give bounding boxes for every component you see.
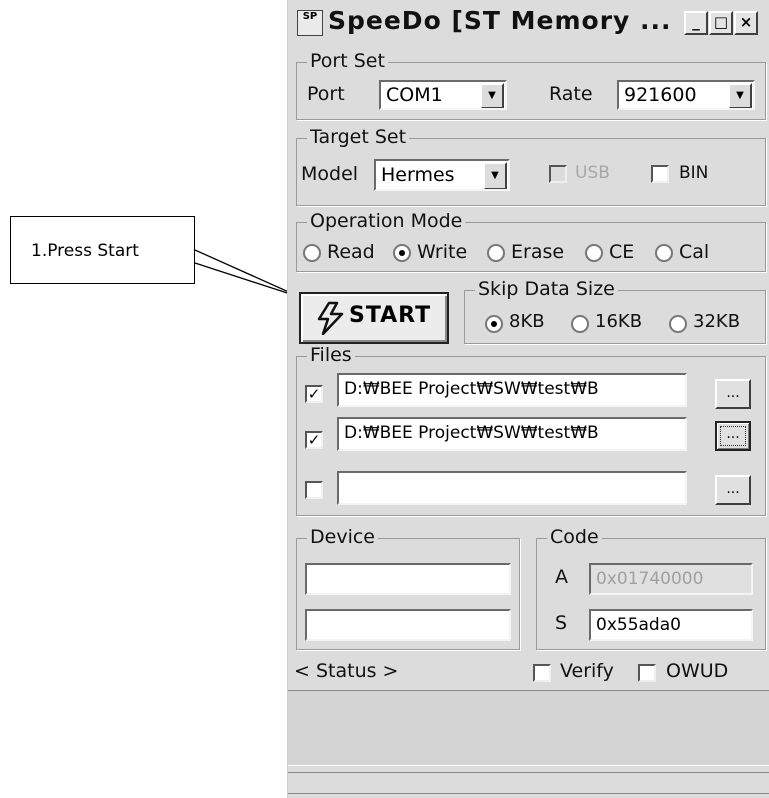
file2-browse-label: ... [726, 426, 740, 442]
code-s-field[interactable]: 0x55ada0 [589, 609, 753, 641]
file3-checkbox[interactable] [305, 481, 323, 499]
file2-checkbox[interactable]: ✓ [305, 431, 323, 449]
code-a-value: 0x01740000 [596, 569, 704, 589]
chevron-down-icon: ▼ [491, 170, 499, 181]
file2-path: D:₩BEE Project₩SW₩test₩B [344, 423, 599, 443]
minimize-button[interactable]: _ [684, 11, 708, 35]
model-label: Model [301, 163, 359, 185]
model-select[interactable]: Hermes ▼ [374, 159, 510, 191]
port-value: COM1 [386, 84, 443, 106]
target-set-legend: Target Set [307, 126, 410, 148]
device-legend: Device [307, 526, 378, 548]
maximize-icon: □ [713, 13, 729, 31]
close-button[interactable]: × [734, 11, 758, 35]
code-group: Code A 0x01740000 S 0x55ada0 [536, 526, 766, 650]
code-a-label: A [555, 566, 568, 588]
model-dropdown-button[interactable]: ▼ [483, 162, 507, 189]
file1-path-field[interactable]: D:₩BEE Project₩SW₩test₩B [337, 373, 687, 407]
code-s-value: 0x55ada0 [596, 615, 681, 635]
status-bar [288, 772, 769, 794]
radio-ce[interactable] [585, 244, 603, 262]
port-set-group: Port Set Port COM1 ▼ Rate 921600 ▼ [296, 50, 766, 120]
file3-browse-button[interactable]: ... [715, 475, 751, 505]
status-label: < Status > [294, 660, 399, 682]
app-icon: SP [297, 10, 323, 36]
radio-8kb[interactable] [485, 315, 503, 333]
device-field-1[interactable] [305, 563, 511, 595]
port-set-legend: Port Set [307, 50, 388, 72]
operation-mode-group: Operation Mode Read Write Erase CE Cal [296, 210, 766, 272]
radio-write[interactable] [393, 244, 411, 262]
radio-cal-label: Cal [679, 241, 710, 263]
target-set-group: Target Set Model Hermes ▼ USB BIN [296, 126, 766, 206]
owud-label: OWUD [666, 660, 729, 682]
window-title: SpeeDo [ST Memory ... [328, 6, 672, 35]
verify-label: Verify [560, 660, 614, 682]
title-bar[interactable]: SP SpeeDo [ST Memory ... _ □ × [288, 0, 769, 44]
radio-cal[interactable] [655, 244, 673, 262]
code-legend: Code [547, 526, 602, 548]
radio-32kb-label: 32KB [693, 311, 741, 332]
radio-write-label: Write [417, 241, 468, 263]
usb-label: USB [575, 163, 610, 183]
speedo-window: SP SpeeDo [ST Memory ... _ □ × Port Set … [287, 0, 769, 798]
check-icon: ✓ [307, 431, 321, 449]
lightning-icon [317, 301, 344, 335]
rate-dropdown-button[interactable]: ▼ [728, 83, 752, 108]
radio-16kb[interactable] [571, 315, 589, 333]
file2-browse-button[interactable]: ... [715, 421, 751, 451]
status-display-area [288, 690, 769, 766]
files-legend: Files [307, 344, 355, 366]
file3-path-field[interactable] [337, 471, 687, 505]
start-button[interactable]: START [299, 292, 449, 344]
radio-erase-label: Erase [511, 241, 565, 263]
minimize-icon: _ [692, 13, 700, 31]
verify-checkbox[interactable] [533, 664, 551, 682]
files-group: Files ✓ D:₩BEE Project₩SW₩test₩B ... ✓ D… [296, 344, 766, 516]
bin-checkbox[interactable] [651, 165, 669, 183]
port-select[interactable]: COM1 ▼ [379, 80, 507, 110]
file1-browse-button[interactable]: ... [715, 379, 751, 409]
skip-data-size-group: Skip Data Size 8KB 16KB 32KB [464, 278, 766, 344]
rate-select[interactable]: 921600 ▼ [617, 80, 755, 110]
radio-32kb[interactable] [669, 315, 687, 333]
radio-8kb-label: 8KB [509, 311, 545, 332]
skip-data-size-legend: Skip Data Size [475, 278, 618, 300]
usb-checkbox[interactable] [549, 165, 567, 183]
operation-mode-legend: Operation Mode [307, 210, 466, 232]
radio-read[interactable] [303, 244, 321, 262]
device-group: Device [296, 526, 520, 650]
radio-read-label: Read [327, 241, 375, 263]
file1-browse-label: ... [726, 385, 740, 401]
device-field-2[interactable] [305, 609, 511, 641]
rate-value: 921600 [624, 84, 697, 106]
owud-checkbox[interactable] [638, 664, 656, 682]
close-icon: × [739, 13, 753, 31]
radio-erase[interactable] [487, 244, 505, 262]
radio-16kb-label: 16KB [595, 311, 643, 332]
maximize-button[interactable]: □ [709, 11, 733, 35]
file2-path-field[interactable]: D:₩BEE Project₩SW₩test₩B [337, 417, 687, 451]
radio-ce-label: CE [609, 241, 635, 263]
file1-checkbox[interactable]: ✓ [305, 385, 323, 403]
file1-path: D:₩BEE Project₩SW₩test₩B [344, 379, 599, 399]
model-value: Hermes [381, 164, 455, 186]
code-s-label: S [555, 612, 568, 634]
chevron-down-icon: ▼ [736, 90, 744, 101]
chevron-down-icon: ▼ [488, 90, 496, 101]
file3-browse-label: ... [726, 481, 740, 497]
port-label: Port [307, 83, 345, 105]
check-icon: ✓ [307, 385, 321, 403]
code-a-field[interactable]: 0x01740000 [589, 563, 753, 595]
rate-label: Rate [549, 83, 593, 105]
bin-label: BIN [679, 163, 709, 183]
port-dropdown-button[interactable]: ▼ [480, 83, 504, 108]
start-label: START [349, 303, 432, 328]
